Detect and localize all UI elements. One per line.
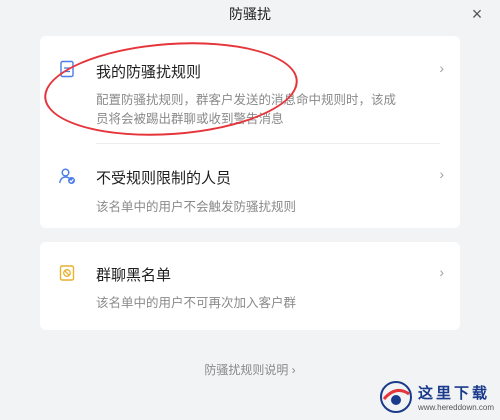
- watermark: 这里下载 www.hereddown.com: [372, 374, 500, 420]
- exempt-users-item[interactable]: 不受规则限制的人员 该名单中的用户不会触发防骚扰规则 ›: [40, 166, 460, 217]
- user-check-icon: [59, 168, 75, 184]
- document-icon: [60, 60, 74, 78]
- my-rules-item[interactable]: 我的防骚扰规则 配置防骚扰规则，群客户发送的消息命中规则时，该成员将会被踢出群聊…: [40, 36, 460, 129]
- watermark-cn: 这里下载: [418, 385, 491, 402]
- blacklist-icon: [59, 265, 75, 281]
- group-blacklist-item[interactable]: 群聊黑名单 该名单中的用户不可再次加入客户群 ›: [40, 242, 460, 313]
- watermark-text: 这里下载 www.hereddown.com: [418, 382, 494, 412]
- rules-card: 我的防骚扰规则 配置防骚扰规则，群客户发送的消息命中规则时，该成员将会被踢出群聊…: [40, 36, 460, 228]
- watermark-url: www.hereddown.com: [418, 403, 495, 412]
- watermark-logo-icon: [380, 381, 412, 413]
- chevron-right-icon: ›: [439, 166, 444, 182]
- divider: [96, 143, 440, 144]
- my-rules-title: 我的防骚扰规则: [96, 64, 202, 81]
- window-title: 防骚扰: [229, 6, 271, 22]
- chevron-right-icon: ›: [439, 264, 444, 280]
- chevron-right-icon: ›: [439, 60, 444, 76]
- my-rules-desc: 配置防骚扰规则，群客户发送的消息命中规则时，该成员将会被踢出群聊或收到警告消息: [96, 93, 397, 126]
- exempt-users-desc: 该名单中的用户不会触发防骚扰规则: [96, 200, 297, 214]
- blacklist-desc: 该名单中的用户不可再次加入客户群: [96, 296, 297, 310]
- blacklist-title: 群聊黑名单: [96, 267, 172, 284]
- window-titlebar: 防骚扰 ×: [0, 0, 500, 28]
- blacklist-card: 群聊黑名单 该名单中的用户不可再次加入客户群 ›: [40, 242, 460, 330]
- exempt-users-title: 不受规则限制的人员: [96, 170, 232, 187]
- close-button[interactable]: ×: [468, 5, 486, 23]
